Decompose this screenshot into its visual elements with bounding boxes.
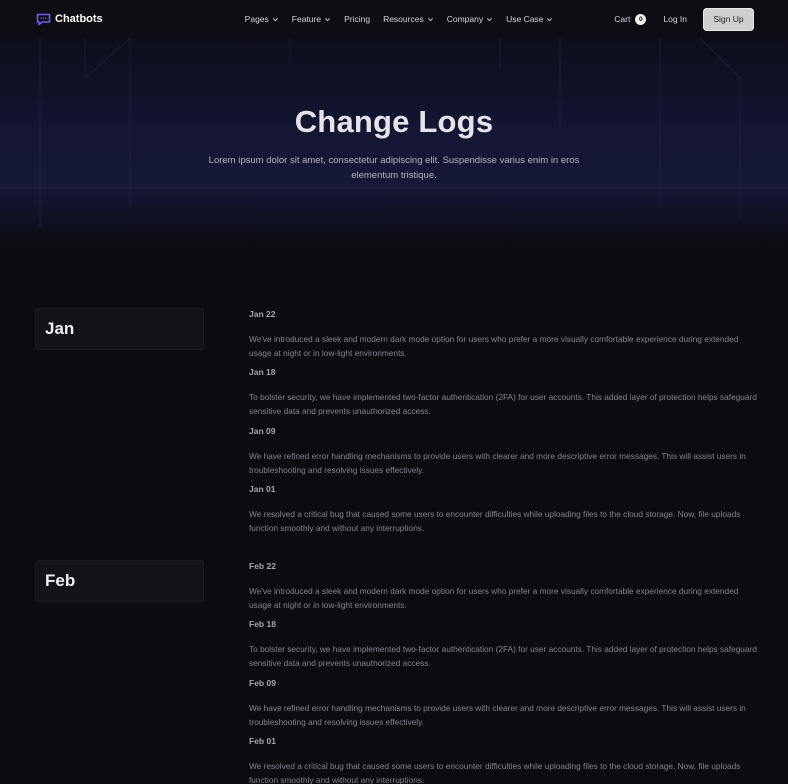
menu-item-company[interactable]: Company [447,14,493,24]
cart-link[interactable]: Cart 0 [614,13,647,25]
cart-count-badge: 0 [635,13,647,25]
changelog-entry: Jan 09 We have refined error handling me… [249,426,759,475]
month-card-jan: Jan [35,308,204,350]
entry-date: Feb 09 [249,678,276,688]
page-title: Change Logs [294,104,494,139]
brand-name: Chatbots [55,13,103,25]
month-card-feb: Feb [35,560,204,602]
menu-item-use-case[interactable]: Use Case [506,14,553,24]
menu-item-pages[interactable]: Pages [245,14,279,24]
chevron-down-icon [547,17,553,21]
entry-date: Jan 22 [249,309,276,319]
top-navbar: Chatbots Pages Feature Pricing Resources… [0,0,788,38]
page-subtitle: Lorem ipsum dolor sit amet, consectetur … [208,155,580,181]
chat-bubble-icon [36,13,51,26]
menu-item-label: Company [446,14,484,24]
entry-text: To bolster security, we have implemented… [249,392,757,416]
hero-background-lines [0,38,788,228]
changelog-entry: Feb 18 To bolster security, we have impl… [249,619,759,668]
entry-text: We resolved a critical bug that caused s… [249,761,741,784]
menu-item-label: Pages [244,14,269,24]
menu-item-label: Resources [383,14,424,24]
chevron-down-icon [487,17,493,21]
hero-section: Change Logs Lorem ipsum dolor sit amet, … [0,38,788,248]
changelog-entry: Feb 09 We have refined error handling me… [249,678,759,727]
entry-text: We've introduced a sleek and modern dark… [249,334,739,358]
changelog-entry: Jan 01 We resolved a critical bug that c… [249,484,759,533]
main-menu: Pages Feature Pricing Resources Company … [245,14,554,24]
entry-date: Feb 22 [249,561,276,571]
menu-item-label: Feature [291,14,322,24]
entry-text: We've introduced a sleek and modern dark… [249,586,739,610]
nav-actions: Cart 0 Log In Sign Up [614,7,754,31]
brand-logo[interactable]: Chatbots [36,13,103,26]
entry-date: Jan 01 [249,484,276,494]
menu-item-pricing[interactable]: Pricing [344,14,370,24]
chevron-down-icon [427,17,433,21]
entry-date: Feb 18 [249,619,276,629]
entry-date: Jan 18 [249,367,276,377]
menu-item-label: Pricing [344,14,371,24]
menu-item-resources[interactable]: Resources [383,14,434,24]
chevron-down-icon [325,17,331,21]
entry-text: To bolster security, we have implemented… [249,644,757,668]
login-link[interactable]: Log In [663,14,687,24]
changelog-entry: Jan 18 To bolster security, we have impl… [249,367,759,416]
entry-date: Feb 01 [249,736,276,746]
changelog-entry: Jan 22 We've introduced a sleek and mode… [249,309,759,358]
cart-label: Cart [614,14,631,24]
chevron-down-icon [272,17,278,21]
entry-text: We have refined error handling mechanism… [249,451,746,475]
changelog-entry: Feb 01 We resolved a critical bug that c… [249,736,759,784]
signup-button[interactable]: Sign Up [703,7,754,31]
entry-text: We have refined error handling mechanism… [249,703,746,727]
entry-date: Jan 09 [249,426,276,436]
changelog-entry: Feb 22 We've introduced a sleek and mode… [249,561,759,610]
entry-text: We resolved a critical bug that caused s… [249,509,741,533]
menu-item-feature[interactable]: Feature [292,14,331,24]
menu-item-label: Use Case [506,14,544,24]
